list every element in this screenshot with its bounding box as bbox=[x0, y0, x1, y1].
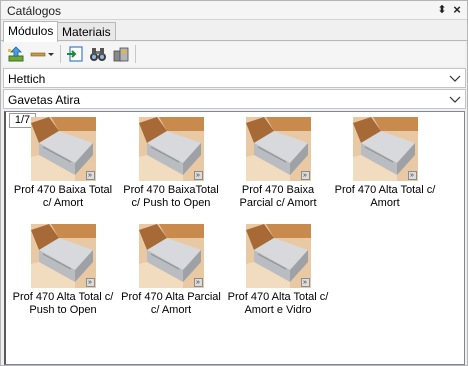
catalog-panel: Catálogos ⬍ × Módulos Materiais Hettich … bbox=[0, 0, 468, 366]
title-bar: Catálogos ⬍ × bbox=[1, 1, 467, 20]
expand-icon[interactable]: » bbox=[85, 278, 95, 287]
expand-icon[interactable]: » bbox=[193, 171, 203, 180]
module-item[interactable]: » Prof 470 Baixa Parcial c/ Amort bbox=[225, 117, 331, 210]
drawer-thumbnail: » bbox=[352, 117, 418, 181]
insert-button[interactable] bbox=[65, 44, 85, 64]
module-label: Prof 470 Alta Parcial c/ Amort bbox=[121, 291, 221, 316]
line-dropdown-icon bbox=[30, 52, 54, 57]
chevron-down-icon bbox=[449, 96, 461, 103]
tab-strip: Módulos Materiais bbox=[1, 21, 467, 42]
close-icon[interactable]: × bbox=[450, 2, 464, 17]
module-label: Prof 470 BaixaTotal c/ Push to Open bbox=[123, 184, 219, 209]
import-up-button[interactable] bbox=[6, 44, 26, 64]
module-item[interactable]: » Prof 470 BaixaTotal c/ Push to Open bbox=[118, 117, 224, 210]
toolbar-separator bbox=[60, 45, 61, 63]
expand-icon[interactable]: » bbox=[300, 278, 310, 287]
module-label: Prof 470 Alta Total c/ Amort e Vidro bbox=[227, 291, 329, 316]
database-icon bbox=[113, 47, 129, 62]
module-label: Prof 470 Baixa Parcial c/ Amort bbox=[239, 184, 317, 209]
drawer-thumbnail: » bbox=[245, 224, 311, 288]
module-grid: 1/7 » Prof 470 Baixa Total c/ Amort » Pr… bbox=[4, 111, 465, 365]
category-value: Gavetas Atira bbox=[8, 93, 81, 107]
toolbar-separator bbox=[135, 45, 136, 63]
drawer-thumbnail: » bbox=[30, 117, 96, 181]
import-up-icon bbox=[8, 46, 24, 62]
module-item[interactable]: » Prof 470 Alta Parcial c/ Amort bbox=[118, 224, 224, 317]
chevron-down-icon bbox=[449, 75, 461, 82]
drawer-thumbnail: » bbox=[138, 224, 204, 288]
expand-icon[interactable]: » bbox=[85, 171, 95, 180]
database-button[interactable] bbox=[111, 44, 131, 64]
drawer-thumbnail: » bbox=[138, 117, 204, 181]
binoculars-icon bbox=[90, 48, 106, 61]
category-select[interactable]: Gavetas Atira bbox=[3, 89, 466, 109]
expand-icon[interactable]: » bbox=[407, 171, 417, 180]
toolbar bbox=[3, 42, 465, 66]
panel-title: Catálogos bbox=[7, 4, 62, 18]
module-item[interactable]: » Prof 470 Alta Total c/ Push to Open bbox=[10, 224, 116, 317]
module-item[interactable]: » Prof 470 Alta Total c/ Amort e Vidro bbox=[225, 224, 331, 317]
module-label: Prof 470 Alta Total c/ Amort bbox=[334, 184, 436, 209]
manufacturer-value: Hettich bbox=[8, 72, 46, 86]
pin-icon[interactable]: ⬍ bbox=[435, 3, 449, 17]
module-item[interactable]: » Prof 470 Baixa Total c/ Amort bbox=[10, 117, 116, 210]
tab-modulos[interactable]: Módulos bbox=[3, 21, 59, 42]
expand-icon[interactable]: » bbox=[193, 278, 203, 287]
manufacturer-select[interactable]: Hettich bbox=[3, 68, 466, 88]
drawer-thumbnail: » bbox=[30, 224, 96, 288]
module-label: Prof 470 Baixa Total c/ Amort bbox=[13, 184, 113, 209]
tab-materiais[interactable]: Materiais bbox=[57, 22, 116, 41]
insert-icon bbox=[67, 46, 83, 62]
module-label: Prof 470 Alta Total c/ Push to Open bbox=[12, 291, 114, 316]
expand-icon[interactable]: » bbox=[300, 171, 310, 180]
line-style-dropdown[interactable] bbox=[30, 44, 56, 64]
tab-divider bbox=[1, 40, 467, 41]
search-button[interactable] bbox=[88, 44, 108, 64]
drawer-thumbnail: » bbox=[245, 117, 311, 181]
module-item[interactable]: » Prof 470 Alta Total c/ Amort bbox=[332, 117, 438, 210]
